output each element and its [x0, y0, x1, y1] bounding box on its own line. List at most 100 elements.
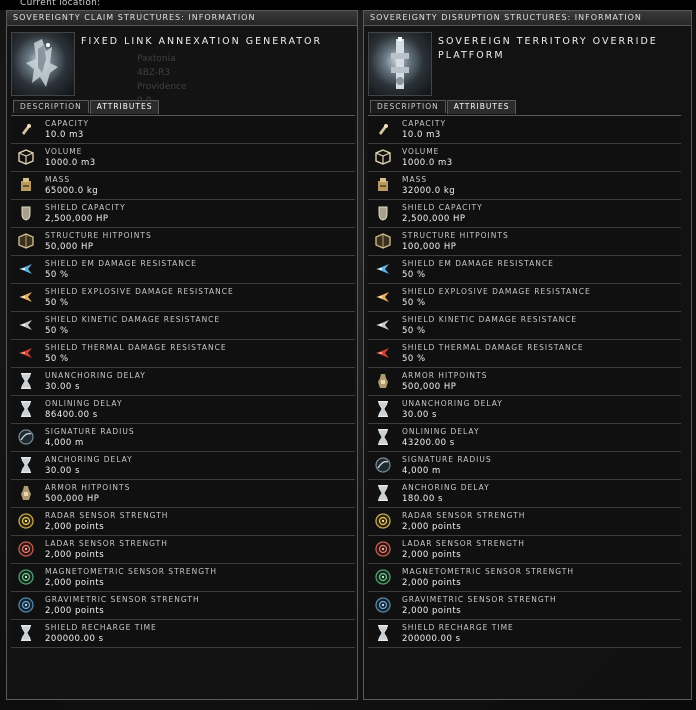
attribute-value: 50 % [402, 326, 426, 336]
attribute-row[interactable]: MAGNETOMETRIC SENSOR STRENGTH 2,000 point… [11, 564, 355, 592]
attribute-value: 43200.00 s [402, 438, 455, 448]
signature-radius-icon [374, 456, 392, 474]
explosive-damage-icon [17, 288, 35, 306]
attribute-label: RADAR SENSOR STRENGTH [402, 511, 526, 520]
tab-description[interactable]: DESCRIPTION [370, 100, 446, 113]
tab-description[interactable]: DESCRIPTION [13, 100, 89, 113]
attribute-row[interactable]: SHIELD KINETIC DAMAGE RESISTANCE 50 % [368, 312, 681, 340]
attribute-label: SHIELD EXPLOSIVE DAMAGE RESISTANCE [45, 287, 234, 296]
attribute-value: 65000.0 kg [45, 186, 99, 196]
item-header: SOVEREIGN TERRITORY OVERRIDE PLATFORM [364, 26, 691, 98]
hourglass-icon [17, 624, 35, 642]
attribute-label: ARMOR HITPOINTS [45, 483, 131, 492]
attribute-row[interactable]: ONLINING DELAY 86400.00 s [11, 396, 355, 424]
attribute-value: 50 % [45, 298, 69, 308]
attribute-row[interactable]: SHIELD CAPACITY 2,500,000 HP [368, 200, 681, 228]
attribute-value: 32000.0 kg [402, 186, 456, 196]
attribute-value: 30.00 s [45, 466, 80, 476]
attribute-row[interactable]: STRUCTURE HITPOINTS 100,000 HP [368, 228, 681, 256]
attribute-row[interactable]: SHIELD KINETIC DAMAGE RESISTANCE 50 % [11, 312, 355, 340]
attribute-value: 2,000 points [45, 578, 105, 588]
explosive-damage-icon [374, 288, 392, 306]
attribute-label: GRAVIMETRIC SENSOR STRENGTH [402, 595, 557, 604]
attribute-label: ONLINING DELAY [45, 399, 123, 408]
hourglass-icon [17, 400, 35, 418]
attribute-row[interactable]: RADAR SENSOR STRENGTH 2,000 points [11, 508, 355, 536]
attribute-label: ANCHORING DELAY [45, 455, 133, 464]
attribute-row[interactable]: GRAVIMETRIC SENSOR STRENGTH 2,000 points [11, 592, 355, 620]
hourglass-icon [374, 484, 392, 502]
attribute-row[interactable]: SHIELD RECHARGE TIME 200000.00 s [11, 620, 355, 648]
claim-structures-info-window[interactable]: SOVEREIGNTY CLAIM STRUCTURES: INFORMATIO… [6, 10, 358, 700]
attribute-row[interactable]: LADAR SENSOR STRENGTH 2,000 points [11, 536, 355, 564]
attribute-row[interactable]: SHIELD CAPACITY 2,500,000 HP [11, 200, 355, 228]
attribute-row[interactable]: MAGNETOMETRIC SENSOR STRENGTH 2,000 point… [368, 564, 681, 592]
attribute-value: 2,500,000 HP [45, 214, 109, 224]
window-title[interactable]: SOVEREIGNTY CLAIM STRUCTURES: INFORMATIO… [7, 11, 357, 26]
attribute-row[interactable]: UNANCHORING DELAY 30.00 s [368, 396, 681, 424]
attribute-row[interactable]: SHIELD EM DAMAGE RESISTANCE 50 % [368, 256, 681, 284]
kinetic-damage-icon [374, 316, 392, 334]
hourglass-icon [17, 456, 35, 474]
attribute-value: 86400.00 s [45, 410, 98, 420]
attribute-value: 2,000 points [45, 550, 105, 560]
attribute-row[interactable]: CAPACITY 10.0 m3 [368, 116, 681, 144]
attribute-row[interactable]: ARMOR HITPOINTS 500,000 HP [11, 480, 355, 508]
window-title[interactable]: SOVEREIGNTY DISRUPTION STRUCTURES: INFOR… [364, 11, 691, 26]
magnetometric-sensor-icon [17, 568, 35, 586]
attribute-row[interactable]: ANCHORING DELAY 30.00 s [11, 452, 355, 480]
attribute-value: 10.0 m3 [402, 130, 441, 140]
gravimetric-sensor-icon [17, 596, 35, 614]
volume-icon [374, 148, 392, 166]
attribute-value: 2,000 points [45, 522, 105, 532]
attribute-row[interactable]: SIGNATURE RADIUS 4,000 m [11, 424, 355, 452]
attribute-row[interactable]: SHIELD RECHARGE TIME 200000.00 s [368, 620, 681, 648]
signature-radius-icon [17, 428, 35, 446]
attribute-row[interactable]: MASS 32000.0 kg [368, 172, 681, 200]
attribute-value: 200000.00 s [45, 634, 104, 644]
attribute-row[interactable]: VOLUME 1000.0 m3 [11, 144, 355, 172]
attribute-row[interactable]: SHIELD THERMAL DAMAGE RESISTANCE 50 % [368, 340, 681, 368]
attribute-row[interactable]: SHIELD THERMAL DAMAGE RESISTANCE 50 % [11, 340, 355, 368]
attribute-row[interactable]: RADAR SENSOR STRENGTH 2,000 points [368, 508, 681, 536]
attribute-row[interactable]: SHIELD EM DAMAGE RESISTANCE 50 % [11, 256, 355, 284]
item-name: FIXED LINK ANNEXATION GENERATOR [81, 36, 323, 47]
attribute-row[interactable]: CAPACITY 10.0 m3 [11, 116, 355, 144]
attribute-label: ARMOR HITPOINTS [402, 371, 488, 380]
attribute-value: 50 % [45, 270, 69, 280]
attribute-list: CAPACITY 10.0 m3 VOLUME 1000.0 m3 MASS 65000.… [11, 115, 355, 648]
attribute-row[interactable]: MASS 65000.0 kg [11, 172, 355, 200]
attribute-label: MASS [402, 175, 428, 184]
hourglass-icon [17, 372, 35, 390]
attribute-row[interactable]: VOLUME 1000.0 m3 [368, 144, 681, 172]
attribute-value: 2,500,000 HP [402, 214, 466, 224]
attribute-row[interactable]: SIGNATURE RADIUS 4,000 m [368, 452, 681, 480]
armor-icon [374, 372, 392, 390]
structure-icon [374, 232, 392, 250]
tab-attributes[interactable]: ATTRIBUTES [446, 100, 517, 114]
attribute-row[interactable]: UNANCHORING DELAY 30.00 s [11, 368, 355, 396]
attribute-row[interactable]: LADAR SENSOR STRENGTH 2,000 points [368, 536, 681, 564]
attribute-value: 50 % [45, 354, 69, 364]
attribute-label: VOLUME [402, 147, 440, 156]
attribute-row[interactable]: ARMOR HITPOINTS 500,000 HP [368, 368, 681, 396]
attribute-row[interactable]: GRAVIMETRIC SENSOR STRENGTH 2,000 points [368, 592, 681, 620]
attribute-value: 50 % [45, 326, 69, 336]
tab-attributes[interactable]: ATTRIBUTES [89, 100, 160, 114]
mass-icon [17, 176, 35, 194]
attribute-value: 2,000 points [402, 606, 462, 616]
attribute-row[interactable]: ONLINING DELAY 43200.00 s [368, 424, 681, 452]
attribute-label: CAPACITY [45, 119, 90, 128]
attribute-row[interactable]: SHIELD EXPLOSIVE DAMAGE RESISTANCE 50 % [368, 284, 681, 312]
attribute-label: STRUCTURE HITPOINTS [402, 231, 509, 240]
attribute-row[interactable]: SHIELD EXPLOSIVE DAMAGE RESISTANCE 50 % [11, 284, 355, 312]
thermal-damage-icon [374, 344, 392, 362]
attribute-label: RADAR SENSOR STRENGTH [45, 511, 169, 520]
top-bar [0, 0, 696, 10]
disruption-structures-info-window[interactable]: SOVEREIGNTY DISRUPTION STRUCTURES: INFOR… [363, 10, 692, 700]
attribute-row[interactable]: STRUCTURE HITPOINTS 50,000 HP [11, 228, 355, 256]
hourglass-icon [374, 428, 392, 446]
attribute-row[interactable]: ANCHORING DELAY 180.00 s [368, 480, 681, 508]
attribute-value: 4,000 m [402, 466, 441, 476]
attribute-value: 10.0 m3 [45, 130, 84, 140]
